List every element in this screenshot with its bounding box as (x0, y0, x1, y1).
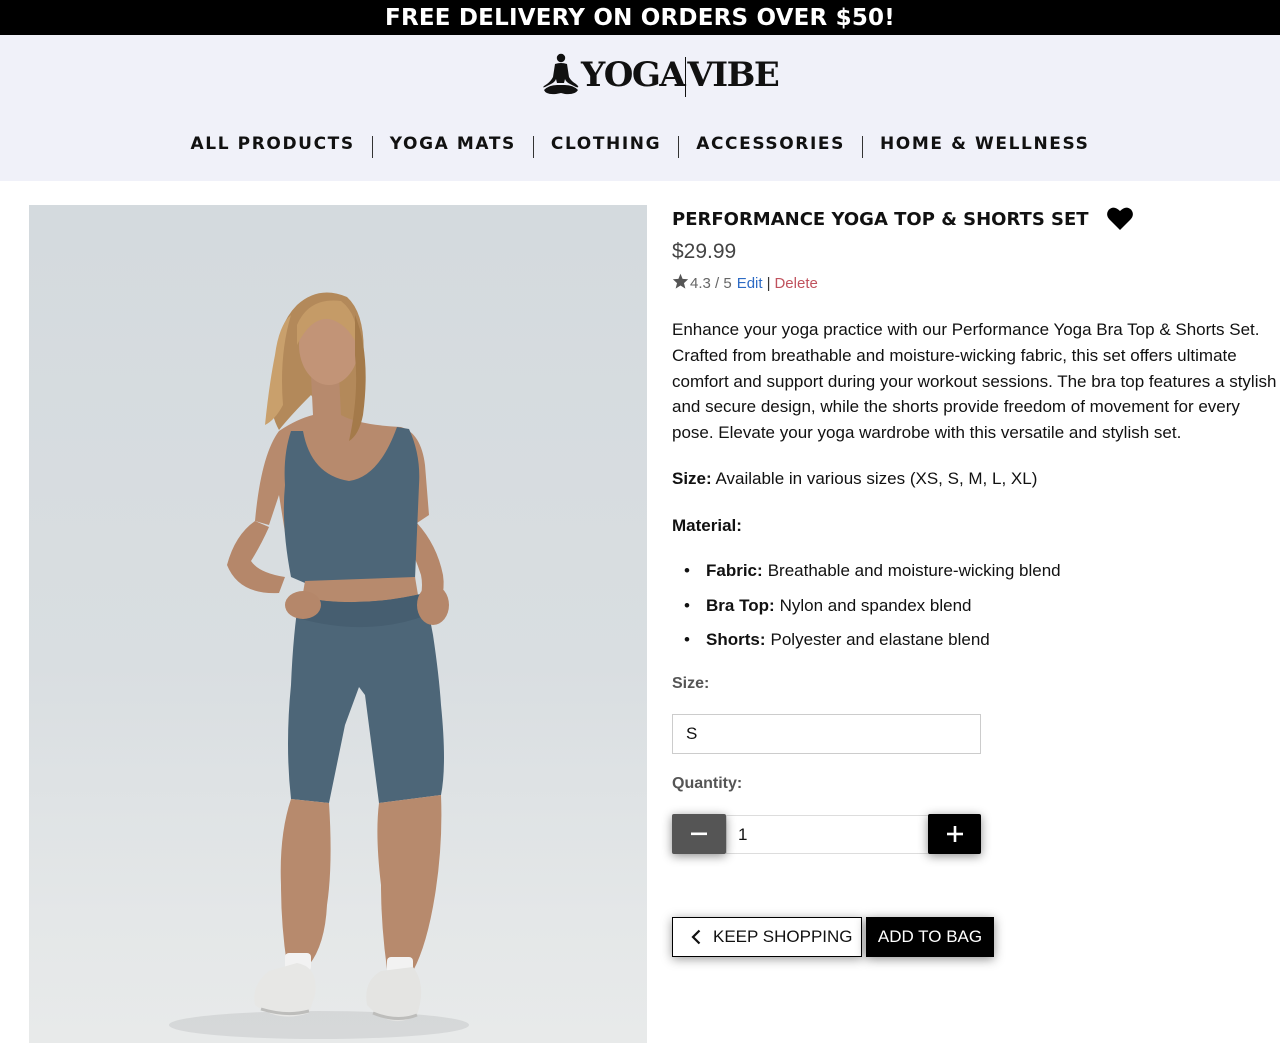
quantity-input[interactable]: 1 (726, 815, 929, 854)
size-info-label: Size: (672, 469, 712, 488)
brand-name: YOGAVIBE (581, 55, 780, 97)
quantity-label: Quantity: (672, 775, 743, 792)
product-price: $29.99 (672, 240, 737, 263)
decrease-quantity-button[interactable] (672, 814, 726, 854)
site-header: YOGAVIBE ALL PRODUCTS YOGA MATS CLOTHING… (0, 35, 1280, 181)
list-item: • Bra Top: Nylon and spandex blend (684, 596, 1061, 631)
size-field-label: Size: (672, 675, 710, 692)
size-select[interactable]: S (672, 714, 981, 754)
promo-banner: FREE DELIVERY ON ORDERS OVER $50! (0, 0, 1280, 35)
quantity-stepper: 1 (672, 814, 981, 854)
nav-item-clothing[interactable]: CLOTHING (534, 131, 678, 157)
product-image (29, 205, 647, 1043)
size-info: Size: Available in various sizes (XS, S,… (672, 469, 1037, 489)
size-info-text: Available in various sizes (XS, S, M, L,… (715, 469, 1038, 488)
edit-link[interactable]: Edit (737, 275, 763, 292)
material-list: • Fabric: Breathable and moisture-wickin… (684, 561, 1061, 665)
bullet-icon: • (684, 595, 690, 615)
heart-icon[interactable] (1106, 206, 1134, 237)
nav-item-accessories[interactable]: ACCESSORIES (679, 131, 862, 157)
increase-quantity-button[interactable] (928, 814, 981, 854)
plus-icon (946, 826, 963, 842)
nav-item-all-products[interactable]: ALL PRODUCTS (174, 131, 372, 157)
bullet-icon: • (684, 561, 690, 580)
brand-logo[interactable]: YOGAVIBE (541, 51, 780, 99)
material-value: Polyester and elastane blend (770, 630, 990, 650)
add-to-bag-button[interactable]: ADD TO BAG (866, 917, 994, 957)
product-description: Enhance your yoga practice with our Perf… (672, 320, 1277, 443)
chevron-left-icon (691, 929, 701, 945)
bullet-icon: • (684, 630, 690, 650)
material-value: Breathable and moisture-wicking blend (767, 561, 1061, 580)
rating-row: 4.3 / 5 Edit | Delete (672, 273, 818, 293)
nav-item-home-wellness[interactable]: HOME & WELLNESS (863, 131, 1106, 157)
material-name: Bra Top: (706, 595, 775, 615)
minus-icon (691, 832, 707, 836)
material-label: Material: (672, 516, 742, 535)
link-separator: | (766, 274, 771, 292)
nav-item-yoga-mats[interactable]: YOGA MATS (373, 131, 533, 157)
material-name: Fabric: (706, 561, 763, 580)
list-item: • Shorts: Polyester and elastane blend (684, 630, 1061, 665)
star-icon (672, 273, 689, 293)
material-name: Shorts: (706, 630, 766, 650)
material-value: Nylon and spandex blend (779, 595, 972, 615)
keep-shopping-button[interactable]: KEEP SHOPPING (672, 917, 862, 957)
delete-link[interactable]: Delete (774, 275, 817, 292)
keep-shopping-label: KEEP SHOPPING (713, 927, 853, 946)
main-nav: ALL PRODUCTS YOGA MATS CLOTHING ACCESSOR… (0, 129, 1280, 159)
list-item: • Fabric: Breathable and moisture-wickin… (684, 561, 1061, 596)
rating-value: 4.3 / 5 (690, 274, 732, 292)
meditation-icon (543, 53, 579, 95)
product-title: PERFORMANCE YOGA TOP & SHORTS SET (672, 209, 1089, 230)
